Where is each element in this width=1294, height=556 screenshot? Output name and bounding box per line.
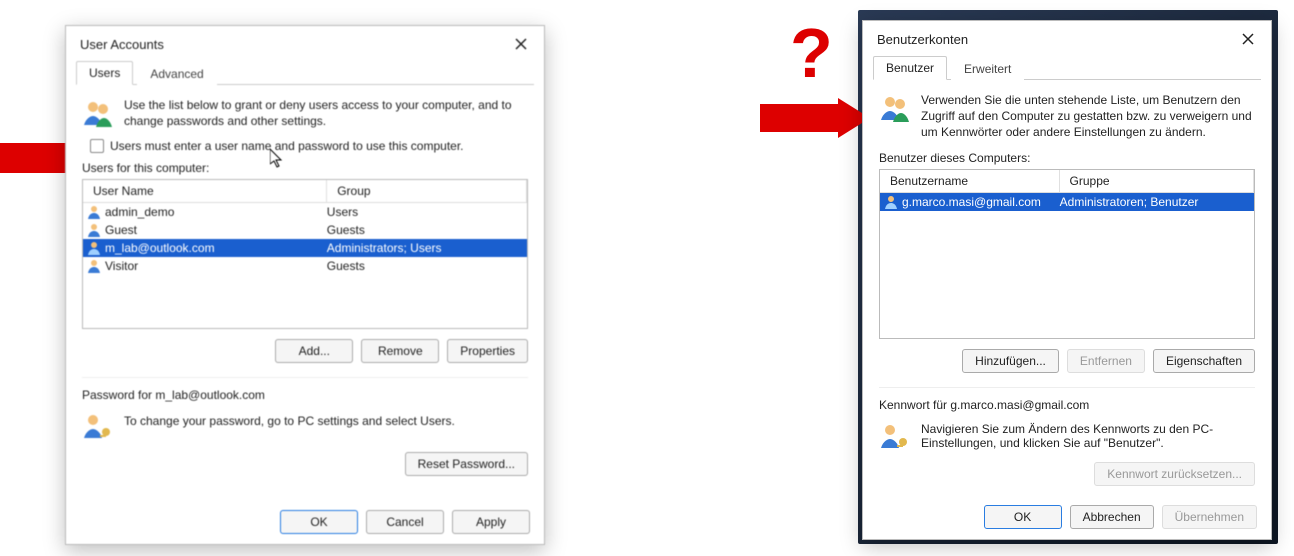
- ok-button[interactable]: OK: [280, 510, 358, 534]
- password-section-header: Password for m_lab@outlook.com: [82, 388, 528, 402]
- column-header-group[interactable]: Gruppe: [1060, 170, 1254, 192]
- reset-password-button: Kennwort zurücksetzen...: [1094, 462, 1255, 486]
- tab-users[interactable]: Users: [76, 61, 133, 85]
- add-button[interactable]: Hinzufügen...: [962, 349, 1059, 373]
- remove-button: Entfernen: [1067, 349, 1145, 373]
- user-list[interactable]: Benutzername Gruppe g.marco.masi@gmail.c…: [879, 169, 1255, 339]
- annotation-arrow-right-group: ?: [760, 18, 870, 148]
- tab-advanced[interactable]: Erweitert: [951, 57, 1024, 81]
- checkbox-label: Users must enter a user name and passwor…: [110, 139, 464, 153]
- properties-button[interactable]: Properties: [447, 339, 528, 363]
- list-item[interactable]: g.marco.masi@gmail.com Administratoren; …: [880, 193, 1254, 211]
- column-header-group[interactable]: Group: [327, 180, 527, 202]
- user-icon: [87, 223, 101, 237]
- close-icon: [515, 38, 527, 50]
- list-item[interactable]: Visitor Guests: [83, 257, 527, 275]
- close-button[interactable]: [1235, 29, 1261, 49]
- column-header-name[interactable]: Benutzername: [880, 170, 1060, 192]
- apply-button[interactable]: Apply: [452, 510, 530, 534]
- properties-button[interactable]: Eigenschaften: [1153, 349, 1255, 373]
- dialog-title: User Accounts: [80, 37, 164, 52]
- list-item[interactable]: m_lab@outlook.com Administrators; Users: [83, 239, 527, 257]
- close-button[interactable]: [508, 34, 534, 54]
- user-icon: [87, 205, 101, 219]
- column-header-name[interactable]: User Name: [83, 180, 327, 202]
- user-icon: [87, 259, 101, 273]
- password-section-header: Kennwort für g.marco.masi@gmail.com: [879, 398, 1255, 412]
- user-list[interactable]: User Name Group admin_demo Users Guest G…: [82, 179, 528, 329]
- password-instructions: Navigieren Sie zum Ändern des Kennworts …: [921, 420, 1255, 450]
- password-instructions: To change your password, go to PC settin…: [124, 410, 455, 428]
- ok-button[interactable]: OK: [984, 505, 1062, 529]
- users-icon: [879, 92, 911, 124]
- list-item[interactable]: admin_demo Users: [83, 203, 527, 221]
- close-icon: [1242, 33, 1254, 45]
- intro-text: Use the list below to grant or deny user…: [124, 97, 528, 129]
- tab-users[interactable]: Benutzer: [873, 56, 947, 80]
- list-item[interactable]: Guest Guests: [83, 221, 527, 239]
- users-for-label: Benutzer dieses Computers:: [879, 151, 1255, 165]
- annotation-question-mark: ?: [790, 18, 833, 88]
- tab-advanced[interactable]: Advanced: [137, 62, 216, 86]
- must-enter-password-checkbox[interactable]: [90, 139, 104, 153]
- cancel-button[interactable]: Cancel: [366, 510, 444, 534]
- user-icon: [884, 195, 898, 209]
- users-icon: [82, 97, 114, 129]
- user-icon: [87, 241, 101, 255]
- user-accounts-dialog-en: User Accounts Users Advanced Use the lis…: [65, 25, 545, 545]
- apply-button: Übernehmen: [1162, 505, 1257, 529]
- reset-password-button[interactable]: Reset Password...: [405, 452, 528, 476]
- dialog-title: Benutzerkonten: [877, 32, 968, 47]
- intro-text: Verwenden Sie die unten stehende Liste, …: [921, 92, 1255, 141]
- remove-button[interactable]: Remove: [361, 339, 439, 363]
- users-for-label: Users for this computer:: [82, 161, 528, 175]
- cancel-button[interactable]: Abbrechen: [1070, 505, 1154, 529]
- add-button[interactable]: Add...: [275, 339, 353, 363]
- key-user-icon: [82, 410, 114, 442]
- key-user-icon: [879, 420, 911, 452]
- user-accounts-dialog-de: Benutzerkonten Benutzer Erweitert Verwen…: [862, 20, 1272, 540]
